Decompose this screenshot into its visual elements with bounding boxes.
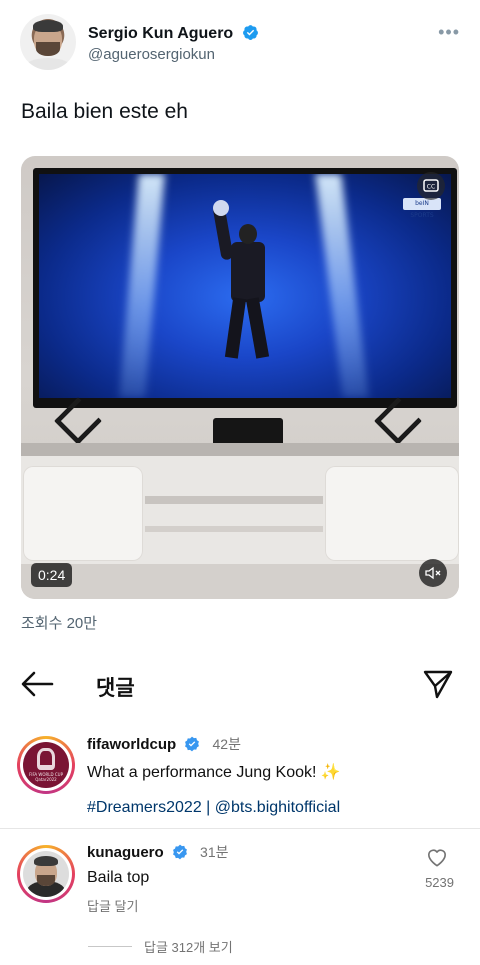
- more-options-icon[interactable]: •••: [438, 22, 460, 43]
- comment-text: What a performance Jung Kook! ✨: [87, 764, 341, 781]
- comments-title: 댓글: [96, 677, 135, 700]
- comment-time: 31분: [200, 844, 229, 860]
- author-name[interactable]: Sergio Kun Aguero: [88, 24, 259, 43]
- video-time-badge: 0:24: [31, 563, 73, 587]
- tweet-header: Sergio Kun Aguero @aguerosergiokun •••: [20, 14, 460, 74]
- username-text: fifaworldcup: [87, 736, 177, 753]
- verified-badge-icon: [172, 844, 187, 860]
- comment-username[interactable]: fifaworldcup 42분: [87, 734, 241, 754]
- like-count: 5239: [425, 875, 454, 890]
- fifa-avatar[interactable]: FIFA WORLD CUP Qatar2022: [17, 736, 75, 794]
- reply-button[interactable]: 답글 달기: [87, 896, 138, 915]
- heart-icon[interactable]: [426, 847, 448, 867]
- view-replies-text: 답글 312개 보기: [144, 940, 233, 955]
- username-text: kunaguero: [87, 844, 164, 861]
- tweet-text: Baila bien este eh: [21, 100, 188, 123]
- video-tv: beIN SPORTS: [33, 168, 457, 408]
- comment-username[interactable]: kunaguero 31분: [87, 842, 228, 862]
- captions-icon[interactable]: CC: [417, 172, 445, 200]
- view-count: 조회수 20만: [21, 615, 98, 632]
- verified-badge-icon: [185, 736, 200, 752]
- kunaguero-avatar[interactable]: [17, 845, 75, 903]
- view-replies-button[interactable]: 답글 312개 보기: [88, 937, 233, 956]
- verified-badge-icon: [242, 25, 258, 40]
- comment-time: 42분: [212, 736, 241, 752]
- author-name-text: Sergio Kun Aguero: [88, 25, 234, 42]
- comment-text: Baila top: [87, 869, 150, 886]
- tweet-video[interactable]: beIN SPORTS CC 0:24: [21, 156, 459, 599]
- share-direct-icon[interactable]: [422, 668, 454, 700]
- author-handle[interactable]: @aguerosergiokun: [88, 46, 215, 63]
- svg-text:CC: CC: [427, 184, 435, 191]
- back-arrow-icon[interactable]: [20, 670, 54, 698]
- broadcaster-logo: beIN SPORTS: [403, 198, 441, 219]
- comment-tags[interactable]: #Dreamers2022 | @bts.bighitofficial: [87, 799, 340, 817]
- comments-header: 댓글: [0, 660, 480, 708]
- fifa-avatar-text: FIFA WORLD CUP Qatar2022: [28, 772, 64, 782]
- mute-icon[interactable]: [419, 559, 447, 587]
- trophy-icon: [37, 748, 55, 770]
- divider: [0, 828, 480, 829]
- author-avatar[interactable]: [20, 14, 76, 70]
- replies-divider-line: [88, 946, 132, 947]
